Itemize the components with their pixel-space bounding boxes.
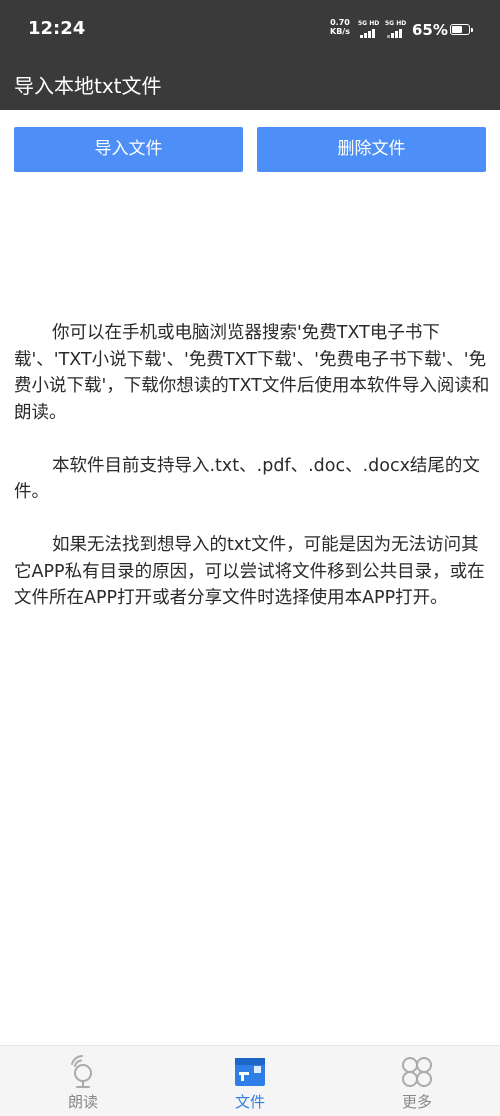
sim1-tag: 5G HD — [358, 20, 380, 27]
sim2-tag: 5G HD — [385, 20, 407, 27]
nav-item-read-aloud[interactable]: 朗读 — [0, 1046, 166, 1116]
import-file-button[interactable]: 导入文件 — [14, 127, 243, 172]
network-speed: 0.70 KB/s — [330, 18, 350, 36]
nav-item-label: 朗读 — [67, 1093, 98, 1111]
status-bar: 12:24 0.70 KB/s 5G HD 5G HD 65% — [0, 0, 500, 60]
nav-item-label: 更多 — [401, 1093, 432, 1111]
nav-item-more[interactable]: 更多 — [334, 1046, 500, 1116]
more-grid-icon — [397, 1052, 437, 1092]
instructions-paragraph: 你可以在手机或电脑浏览器搜索'免费TXT电子书下载'、'TXT小说下载'、'免费… — [14, 323, 490, 423]
battery-icon — [450, 24, 473, 35]
read-aloud-icon — [63, 1052, 103, 1092]
instructions-paragraph: 本软件目前支持导入.txt、.pdf、.doc、.docx结尾的文件。 — [14, 455, 480, 503]
nav-item-file[interactable]: 文件 — [167, 1046, 333, 1116]
file-icon — [230, 1052, 270, 1092]
app-bar: 导入本地txt文件 — [0, 60, 500, 110]
battery-percent: 65% — [412, 21, 448, 39]
status-time: 12:24 — [28, 18, 86, 39]
nav-item-label: 文件 — [234, 1093, 265, 1111]
network-speed-value: 0.70 — [330, 18, 350, 27]
delete-file-button[interactable]: 删除文件 — [257, 127, 486, 172]
instructions-paragraph: 如果无法找到想导入的txt文件，可能是因为无法访问其它APP私有目录的原因，可以… — [14, 535, 485, 608]
instructions-text: 你可以在手机或电脑浏览器搜索'免费TXT电子书下载'、'TXT小说下载'、'免费… — [14, 320, 494, 638]
signal-icon: 5G HD — [385, 20, 409, 38]
bottom-navigation: 朗读 文件 更多 — [0, 1045, 500, 1116]
page-title: 导入本地txt文件 — [14, 74, 162, 98]
signal-icon: 5G HD — [358, 20, 382, 38]
network-speed-unit: KB/s — [330, 27, 350, 36]
